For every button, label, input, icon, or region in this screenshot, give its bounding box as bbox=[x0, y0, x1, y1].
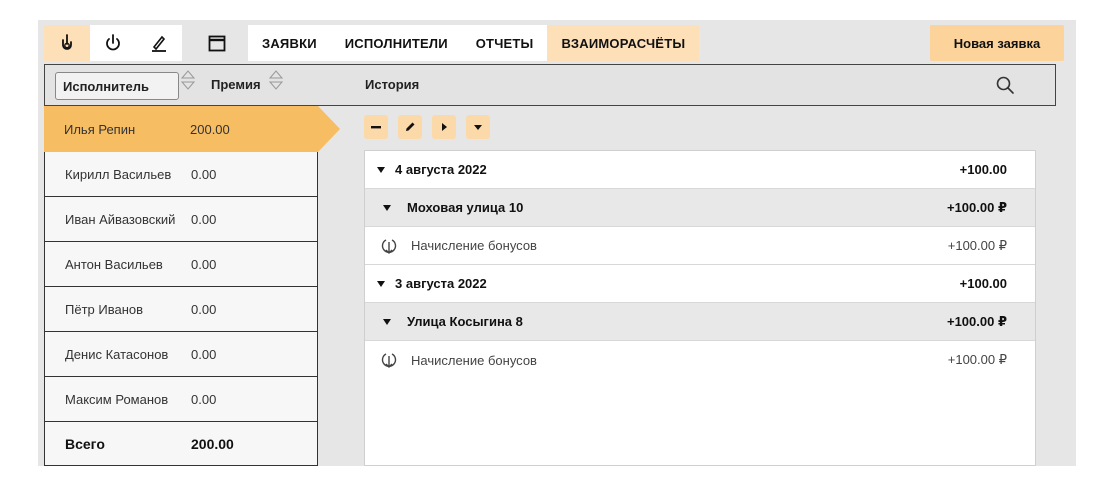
history-date-row[interactable]: 4 августа 2022 +100.00 bbox=[365, 151, 1035, 189]
history-header: История bbox=[365, 77, 420, 92]
hand-pointer-button[interactable] bbox=[44, 25, 90, 61]
history-date: 4 августа 2022 bbox=[395, 162, 487, 177]
collapse-button[interactable] bbox=[364, 115, 388, 139]
history-amount: +100.00 ₽ bbox=[946, 199, 1007, 215]
new-request-button[interactable]: Новая заявка bbox=[930, 25, 1064, 61]
executor-name: Денис Катасонов bbox=[65, 346, 169, 362]
history-operation: Начисление бонусов bbox=[411, 352, 537, 368]
history-amount: +100.00 ₽ bbox=[947, 352, 1007, 367]
power-icon bbox=[106, 34, 120, 51]
nav-tabs: ЗАЯВКИ ИСПОЛНИТЕЛИ ОТЧЕТЫ ВЗАИМОРАСЧЁТЫ bbox=[248, 25, 700, 61]
search-button[interactable] bbox=[995, 75, 1015, 100]
executor-premium: 0.00 bbox=[191, 301, 217, 317]
pen-icon bbox=[152, 35, 166, 52]
tab-otchety[interactable]: ОТЧЕТЫ bbox=[462, 25, 548, 61]
caret-down-icon bbox=[377, 280, 385, 287]
history-address: Моховая улица 10 bbox=[407, 200, 524, 215]
executor-row[interactable]: Максим Романов 0.00 bbox=[44, 377, 318, 422]
sort-up-icon bbox=[269, 70, 283, 79]
history-amount: +100.00 ₽ bbox=[946, 313, 1007, 329]
history-amount: +100.00 ₽ bbox=[947, 237, 1007, 253]
executor-name: Максим Романов bbox=[65, 391, 169, 407]
pencil-icon bbox=[406, 122, 415, 131]
executor-premium: 0.00 bbox=[191, 346, 217, 362]
calendar-button[interactable] bbox=[198, 25, 236, 61]
history-address: Улица Косыгина 8 bbox=[407, 314, 523, 329]
total-label: Всего bbox=[65, 435, 105, 452]
sort-premium-control[interactable] bbox=[269, 69, 283, 91]
toolbar-icon-group bbox=[44, 25, 182, 61]
calendar-icon bbox=[208, 35, 226, 52]
bonus-arrow-icon bbox=[379, 350, 399, 370]
sort-down-icon bbox=[269, 81, 283, 90]
premium-column-header[interactable]: Премия bbox=[211, 77, 261, 92]
total-row: Всего 200.00 bbox=[44, 422, 318, 466]
executor-row[interactable]: Кирилл Васильев 0.00 bbox=[44, 152, 318, 197]
expand-button[interactable] bbox=[466, 115, 490, 139]
minus-icon bbox=[371, 126, 381, 129]
executor-name: Антон Васильев bbox=[65, 256, 163, 272]
list-header: Исполнитель Премия История bbox=[44, 64, 1056, 106]
calendar-button-wrap bbox=[198, 25, 236, 61]
history-amount: +100.00 bbox=[959, 162, 1007, 177]
history-amount: +100.00 bbox=[959, 276, 1007, 291]
executor-row[interactable]: Илья Репин 200.00 bbox=[44, 106, 340, 152]
executor-list: Илья Репин 200.00 Кирилл Васильев 0.00 И… bbox=[44, 106, 340, 466]
executor-name: Илья Репин bbox=[64, 121, 136, 137]
executor-name: Кирилл Васильев bbox=[65, 166, 172, 182]
sort-executor-control[interactable] bbox=[181, 69, 195, 91]
history-date-row[interactable]: 3 августа 2022 +100.00 bbox=[365, 265, 1035, 303]
power-button[interactable] bbox=[90, 25, 136, 61]
total-value: 200.00 bbox=[191, 435, 234, 452]
history-operation-row[interactable]: Начисление бонусов +100.00 ₽ bbox=[365, 227, 1035, 265]
sort-up-icon bbox=[181, 70, 195, 79]
history-operation-row[interactable]: Начисление бонусов +100.00 ₽ bbox=[365, 341, 1035, 379]
app-frame: ЗАЯВКИ ИСПОЛНИТЕЛИ ОТЧЕТЫ ВЗАИМОРАСЧЁТЫ … bbox=[38, 20, 1076, 466]
caret-down-icon bbox=[474, 125, 482, 130]
executor-row[interactable]: Денис Катасонов 0.00 bbox=[44, 332, 318, 377]
tab-ispolniteli[interactable]: ИСПОЛНИТЕЛИ bbox=[331, 25, 462, 61]
bonus-arrow-icon bbox=[379, 236, 399, 256]
search-icon bbox=[996, 76, 1014, 94]
history-operation: Начисление бонусов bbox=[411, 238, 537, 253]
executor-row[interactable]: Антон Васильев 0.00 bbox=[44, 242, 318, 287]
history-address-row[interactable]: Моховая улица 10 +100.00 ₽ bbox=[365, 189, 1035, 227]
play-icon bbox=[442, 123, 447, 131]
history-panel: 4 августа 2022 +100.00 Моховая улица 10 … bbox=[364, 150, 1036, 466]
caret-down-icon bbox=[383, 204, 391, 211]
executor-premium: 0.00 bbox=[191, 211, 217, 227]
executor-premium: 0.00 bbox=[191, 391, 217, 407]
executor-premium: 200.00 bbox=[190, 121, 230, 137]
history-address-row[interactable]: Улица Косыгина 8 +100.00 ₽ bbox=[365, 303, 1035, 341]
caret-down-icon bbox=[377, 166, 385, 173]
history-date: 3 августа 2022 bbox=[395, 276, 487, 291]
history-actions bbox=[364, 115, 490, 139]
play-button[interactable] bbox=[432, 115, 456, 139]
executor-row[interactable]: Иван Айвазовский 0.00 bbox=[44, 197, 318, 242]
edit-button[interactable] bbox=[398, 115, 422, 139]
tab-vzaimoraschety[interactable]: ВЗАИМОРАСЧЁТЫ bbox=[547, 25, 700, 61]
hand-pointer-icon bbox=[62, 34, 72, 50]
executor-name: Иван Айвазовский bbox=[65, 211, 176, 227]
sort-down-icon bbox=[181, 81, 195, 90]
caret-down-icon bbox=[383, 318, 391, 325]
executor-select[interactable]: Исполнитель bbox=[55, 72, 179, 100]
executor-premium: 0.00 bbox=[191, 256, 217, 272]
tab-zayavki[interactable]: ЗАЯВКИ bbox=[248, 25, 331, 61]
executor-row[interactable]: Пётр Иванов 0.00 bbox=[44, 287, 318, 332]
executor-premium: 0.00 bbox=[191, 166, 217, 182]
pen-button[interactable] bbox=[136, 25, 182, 61]
executor-name: Пётр Иванов bbox=[65, 301, 144, 317]
